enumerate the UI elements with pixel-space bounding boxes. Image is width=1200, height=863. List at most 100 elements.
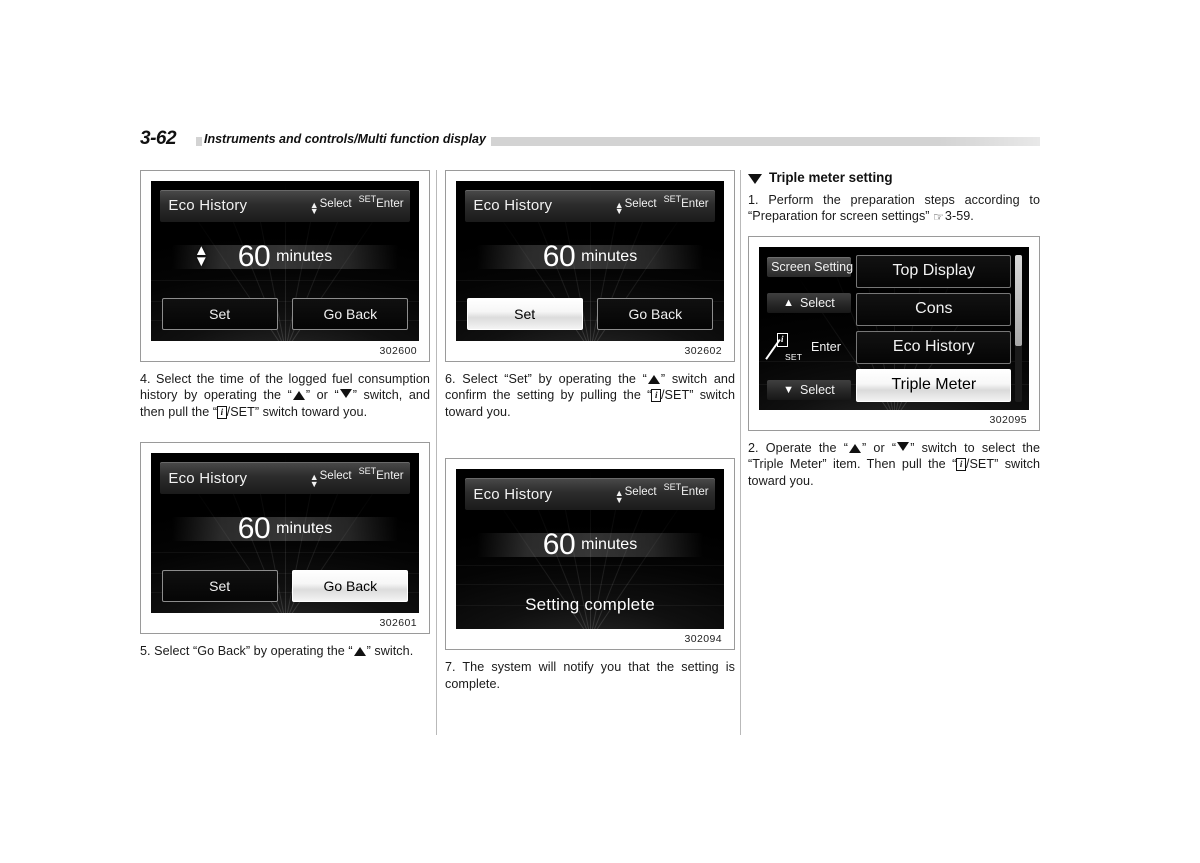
mfd-screen-302094: Eco History ▲ ▼ Select SET Enter 60 minut… — [456, 469, 724, 630]
set-button[interactable]: Set — [466, 297, 583, 330]
select-down-label: Select — [800, 383, 835, 398]
info-box-icon: i — [217, 405, 227, 419]
menu-item-eco-history[interactable]: Eco History — [856, 330, 1012, 364]
screen-value: 60 — [237, 512, 271, 546]
hint-enter-label: Enter — [681, 485, 709, 498]
hint-enter-label: Enter — [376, 197, 404, 210]
screen-header-bar: Eco History ▲ ▼ Select SET Enter — [160, 462, 410, 495]
step-5-part1: 5. Select “Go Back” by operating the “ — [140, 644, 353, 659]
select-down-control[interactable]: ▼ Select — [767, 380, 851, 401]
screen-title: Eco History — [168, 469, 248, 487]
step-4-part4: /SET” switch toward you. — [226, 404, 368, 419]
hint-select-label: Select — [624, 197, 657, 210]
figure-302601: Eco History ▲ ▼ Select SET Enter 60 minut… — [140, 442, 430, 635]
step-6-part1: 6. Select “Set” by operating the “ — [445, 372, 647, 386]
up-triangle-icon: ▲ — [783, 297, 794, 310]
info-set-icon: i SET — [765, 332, 803, 362]
screen-unit: minutes — [276, 247, 333, 265]
up-triangle-icon — [353, 647, 366, 657]
go-back-button[interactable]: Go Back — [597, 297, 714, 330]
screen-title: Eco History — [473, 197, 553, 215]
go-back-button[interactable]: Go Back — [292, 570, 409, 603]
column-left: Eco History ▲ ▼ Select SET Enter ▲ ▼ 60 mi… — [140, 170, 430, 660]
screen-header-bar: Eco History ▲ ▼ Select SET Enter — [465, 189, 715, 222]
step-2-part1: 2. Operate the “ — [748, 440, 848, 455]
figure-id: 302602 — [684, 345, 722, 357]
figure-302095: Screen Setting ▲ Select i SET Enter ▼ Se… — [748, 235, 1040, 431]
step-1-ref: 3-59. — [944, 209, 974, 224]
step-4-text: 4. Select the time of the logged fuel co… — [140, 371, 430, 420]
column-divider-2 — [740, 170, 741, 735]
down-triangle-icon — [339, 389, 352, 399]
updown-arrows-icon: ▲ ▼ — [614, 199, 624, 217]
screen-value-row: 60 minutes — [151, 512, 419, 546]
page-title: Instruments and controls/Multi function … — [202, 132, 491, 146]
set-button[interactable]: Set — [161, 570, 278, 603]
screen-unit: minutes — [581, 247, 638, 265]
mfd-screen-302602: Eco History ▲ ▼ Select SET Enter 60 minut… — [456, 181, 724, 341]
pointing-hand-icon: ☞ — [933, 210, 944, 225]
screen-unit: minutes — [581, 536, 638, 554]
column-divider-1 — [436, 170, 437, 735]
info-box-icon: i — [651, 389, 661, 403]
column-right: Triple meter setting 1. Perform the prep… — [748, 170, 1040, 489]
menu-left-controls: Screen Setting ▲ Select i SET Enter ▼ Se… — [765, 256, 853, 401]
menu-item-triple-meter[interactable]: Triple Meter — [856, 368, 1012, 402]
screen-value-row: 60 minutes — [456, 528, 724, 562]
step-2-part2: ” or “ — [861, 440, 897, 455]
screen-value: 60 — [542, 528, 576, 562]
figure-id: 302601 — [379, 617, 417, 630]
set-button[interactable]: Set — [161, 297, 278, 330]
select-up-label: Select — [800, 296, 835, 311]
screen-unit: minutes — [276, 520, 333, 538]
hint-set-label: SET — [663, 481, 682, 492]
select-up-control[interactable]: ▲ Select — [767, 293, 851, 314]
screen-hints: ▲ ▼ Select SET Enter — [614, 194, 709, 217]
page-number: 3-62 — [140, 128, 183, 150]
section-heading: Triple meter setting — [769, 170, 893, 185]
screen-hints: ▲ ▼ Select SET Enter — [309, 194, 404, 217]
down-triangle-icon: ▼ — [783, 384, 794, 397]
screen-value-row: 60 minutes — [456, 240, 724, 274]
updown-arrows-icon: ▲ ▼ — [309, 199, 319, 217]
scrollbar[interactable] — [1015, 254, 1023, 402]
info-box-icon: i — [956, 458, 966, 472]
step-2-text: 2. Operate the “” or “” switch to select… — [748, 440, 1040, 489]
figure-302602: Eco History ▲ ▼ Select SET Enter 60 minut… — [445, 170, 735, 362]
screen-buttons: Set Go Back — [161, 297, 409, 330]
screen-hints: ▲ ▼ Select SET Enter — [614, 482, 709, 505]
screen-header-bar: Eco History ▲ ▼ Select SET Enter — [160, 189, 410, 222]
hint-set-label: SET — [358, 193, 377, 204]
screen-buttons: Set Go Back — [161, 570, 409, 603]
screen-header-bar: Eco History ▲ ▼ Select SET Enter — [465, 478, 715, 511]
up-triangle-icon — [848, 443, 861, 453]
mfd-screen-302601: Eco History ▲ ▼ Select SET Enter 60 minut… — [151, 453, 419, 614]
step-6-text: 6. Select “Set” by operating the “” swit… — [445, 371, 735, 420]
figure-id: 302095 — [989, 413, 1027, 426]
screen-title: Eco History — [168, 197, 248, 215]
mfd-screen-302095: Screen Setting ▲ Select i SET Enter ▼ Se… — [759, 246, 1029, 410]
hint-set-label: SET — [358, 465, 377, 476]
go-back-button[interactable]: Go Back — [292, 297, 409, 330]
figure-302094: Eco History ▲ ▼ Select SET Enter 60 minut… — [445, 458, 735, 651]
hint-enter-label: Enter — [681, 197, 709, 210]
mfd-screen-302600: Eco History ▲ ▼ Select SET Enter ▲ ▼ 60 mi… — [151, 181, 419, 341]
slash-icon — [765, 338, 781, 360]
updown-arrows-icon: ▲ ▼ — [309, 471, 319, 489]
step-1-part1: 1. Perform the preparation steps accordi… — [748, 193, 1040, 224]
figure-id: 302600 — [379, 345, 417, 357]
menu-item-top-display[interactable]: Top Display — [856, 254, 1012, 288]
updown-arrows-icon: ▲ ▼ — [614, 487, 624, 505]
column-middle: Eco History ▲ ▼ Select SET Enter 60 minut… — [445, 170, 735, 692]
set-mark-label: SET — [784, 351, 803, 362]
hint-enter-label: Enter — [376, 469, 404, 482]
screen-value-row: ▲ ▼ 60 minutes — [151, 240, 419, 274]
page-header: 3-62 Instruments and controls/Multi func… — [140, 128, 1040, 154]
figure-302600: Eco History ▲ ▼ Select SET Enter ▲ ▼ 60 mi… — [140, 170, 430, 362]
menu-item-cons[interactable]: Cons — [856, 292, 1012, 326]
screen-title: Eco History — [473, 485, 553, 503]
scrollbar-thumb[interactable] — [1015, 254, 1023, 346]
stepper-arrows-icon[interactable]: ▲ ▼ — [194, 243, 209, 269]
enter-label: Enter — [810, 339, 841, 354]
enter-control[interactable]: i SET Enter — [765, 330, 851, 364]
